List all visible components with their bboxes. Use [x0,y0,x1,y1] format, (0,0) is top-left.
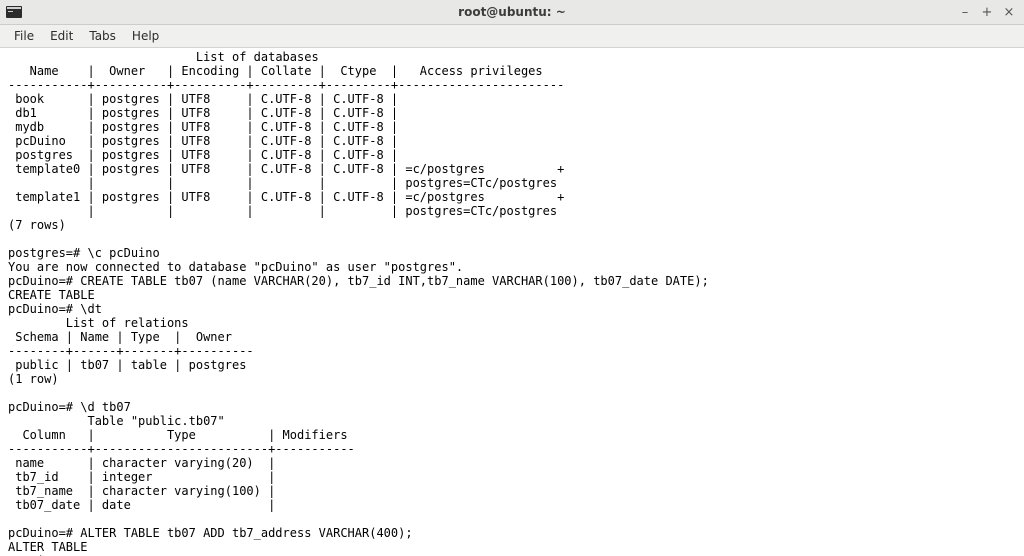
db-row: | | | | | postgres=CTc/postgres [8,176,557,190]
window-title: root@ubuntu: ~ [0,5,1024,19]
psql-alter-resp: ALTER TABLE [8,540,87,554]
menubar: File Edit Tabs Help [0,25,1024,48]
minimize-button[interactable]: – [958,5,972,20]
db-list-heading-text: List of databases [196,50,319,64]
menu-file[interactable]: File [6,27,42,45]
db-row: template0 | postgres | UTF8 | C.UTF-8 | … [8,162,564,176]
db-row: mydb | postgres | UTF8 | C.UTF-8 | C.UTF… [8,120,405,134]
terminal-app-icon [6,4,22,20]
db-row: pcDuino | postgres | UTF8 | C.UTF-8 | C.… [8,134,405,148]
titlebar: root@ubuntu: ~ – + × [0,0,1024,25]
desc-row: tb07_date | date | [8,498,283,512]
maximize-button[interactable]: + [980,5,994,20]
desc-row: name | character varying(20) | [8,456,283,470]
psql-create-resp: CREATE TABLE [8,288,95,302]
window-controls: – + × [958,5,1024,20]
db-row: postgres | postgres | UTF8 | C.UTF-8 | C… [8,148,405,162]
db-rowcount: (7 rows) [8,218,66,232]
db-row: | | | | | postgres=CTc/postgres [8,204,557,218]
db-list-heading [8,50,196,64]
psql-cmd-alter: pcDuino=# ALTER TABLE tb07 ADD tb7_addre… [8,526,413,540]
psql-cmd-create: pcDuino=# CREATE TABLE tb07 (name VARCHA… [8,274,709,288]
desc-header: Column | Type | Modifiers [8,428,355,442]
terminal-window: root@ubuntu: ~ – + × File Edit Tabs Help… [0,0,1024,556]
rel-heading: List of relations [8,316,189,330]
desc-sep: -----------+------------------------+---… [8,442,355,456]
psql-cmd-connect: postgres=# \c pcDuino [8,246,160,260]
db-row: book | postgres | UTF8 | C.UTF-8 | C.UTF… [8,92,405,106]
terminal-output[interactable]: List of databases Name | Owner | Encodin… [0,48,1024,556]
rel-rowcount: (1 row) [8,372,59,386]
db-row: db1 | postgres | UTF8 | C.UTF-8 | C.UTF-… [8,106,405,120]
psql-connect-msg: You are now connected to database "pcDui… [8,260,463,274]
rel-row: public | tb07 | table | postgres [8,358,246,372]
desc-heading: Table "public.tb07" [8,414,225,428]
db-list-header: Name | Owner | Encoding | Collate | Ctyp… [8,64,564,78]
desc-row: tb7_name | character varying(100) | [8,484,283,498]
db-list-sep: -----------+----------+----------+------… [8,78,564,92]
desc-row: tb7_id | integer | [8,470,283,484]
menu-help[interactable]: Help [124,27,167,45]
close-button[interactable]: × [1002,5,1016,20]
rel-sep: --------+------+-------+---------- [8,344,254,358]
db-row: template1 | postgres | UTF8 | C.UTF-8 | … [8,190,564,204]
psql-cmd-dt: pcDuino=# \dt [8,302,102,316]
menu-edit[interactable]: Edit [42,27,81,45]
menu-tabs[interactable]: Tabs [81,27,124,45]
rel-header: Schema | Name | Type | Owner [8,330,254,344]
psql-cmd-describe: pcDuino=# \d tb07 [8,400,131,414]
